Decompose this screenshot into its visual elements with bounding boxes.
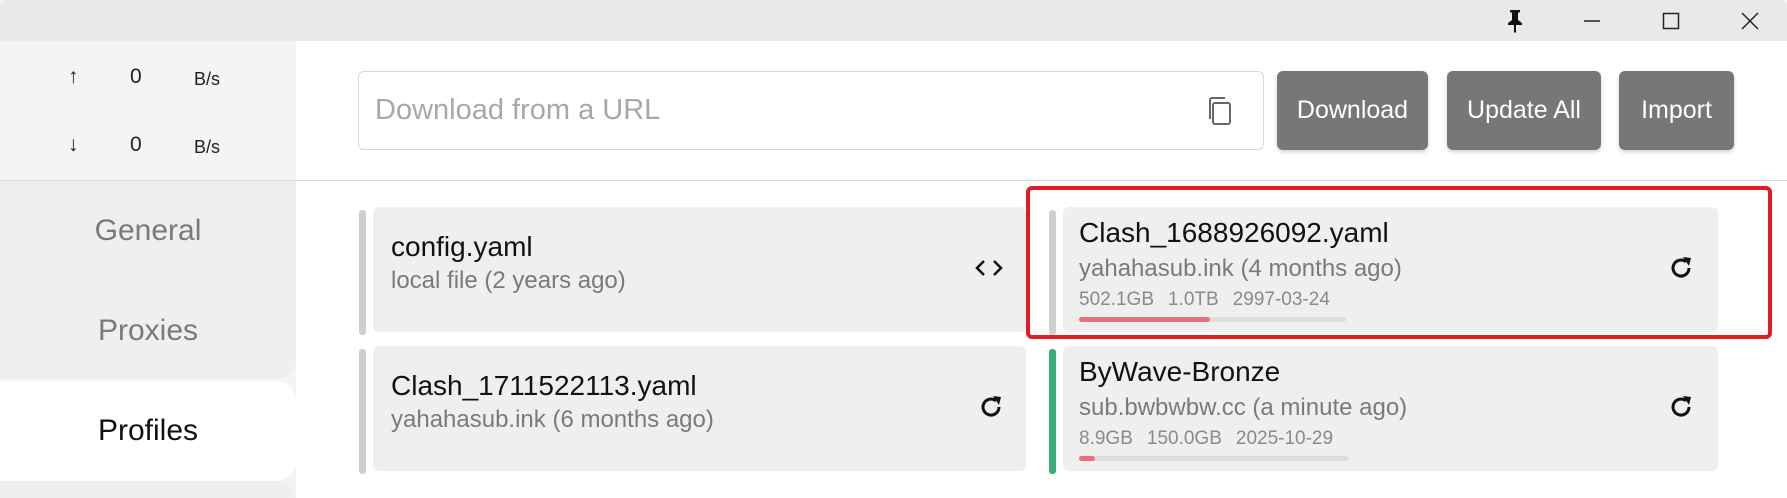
profile-usage: 8.9GB 150.0GB 2025-10-29: [1079, 428, 1347, 450]
pin-icon[interactable]: [1482, 0, 1548, 41]
sidebar-item-proxies[interactable]: Proxies: [0, 281, 296, 381]
download-value: 0: [130, 133, 142, 156]
refresh-icon[interactable]: [1667, 393, 1695, 421]
upload-unit: B/s: [194, 69, 221, 89]
profiles-page: Download Update All Import config.yaml l…: [296, 41, 1787, 498]
expire-date: 2025-10-29: [1235, 428, 1334, 449]
sidebar-item-profiles[interactable]: Profiles: [0, 381, 296, 481]
title-bar: [0, 0, 1787, 41]
download-speed: ↓ 0 B/s: [0, 131, 296, 161]
download-button[interactable]: Download: [1277, 71, 1428, 150]
sidebar-item-general[interactable]: General: [0, 181, 296, 281]
profile-selection-bar: [359, 349, 366, 474]
profile-source: local file (2 years ago): [391, 267, 626, 294]
download-arrow-icon: ↓: [68, 133, 79, 156]
profile-name: ByWave-Bronze: [1079, 356, 1281, 387]
toolbar-divider: [296, 180, 1787, 181]
profile-source: sub.bwbwbw.cc (a minute ago): [1079, 394, 1408, 421]
paste-icon[interactable]: [1203, 94, 1237, 128]
sidebar: ↑ 0 B/s ↓ 0 B/s General Proxies Profiles: [0, 41, 296, 498]
sidebar-nav-bg-lower: [0, 481, 296, 498]
code-icon[interactable]: [975, 254, 1003, 282]
update-all-button[interactable]: Update All: [1447, 71, 1601, 150]
minimize-icon[interactable]: [1559, 0, 1625, 41]
profile-selection-bar: [359, 210, 366, 335]
profile-source: yahahasub.ink (6 months ago): [391, 406, 714, 433]
profile-name: Clash_1711522113.yaml: [391, 370, 697, 401]
refresh-icon[interactable]: [977, 393, 1005, 421]
close-icon[interactable]: [1717, 0, 1783, 41]
usage-progress-fill: [1079, 456, 1096, 461]
usage-used: 8.9GB: [1079, 428, 1133, 449]
highlight-box: [1026, 186, 1772, 339]
profile-card[interactable]: ByWave-Bronze sub.bwbwbw.cc (a minute ag…: [1063, 346, 1718, 471]
usage-total: 150.0GB: [1146, 428, 1222, 449]
profile-selection-bar: [1049, 349, 1056, 474]
maximize-icon[interactable]: [1638, 0, 1704, 41]
usage-progress: [1079, 456, 1349, 461]
profile-name: config.yaml: [391, 231, 533, 262]
download-unit: B/s: [194, 137, 221, 157]
upload-speed: ↑ 0 B/s: [0, 63, 296, 93]
profile-card[interactable]: Clash_1711522113.yaml yahahasub.ink (6 m…: [373, 346, 1026, 471]
upload-value: 0: [130, 65, 142, 88]
profile-card[interactable]: config.yaml local file (2 years ago): [373, 207, 1026, 332]
url-input[interactable]: [375, 72, 1175, 149]
url-field: [358, 71, 1264, 150]
upload-arrow-icon: ↑: [68, 65, 79, 88]
import-button[interactable]: Import: [1619, 71, 1734, 150]
